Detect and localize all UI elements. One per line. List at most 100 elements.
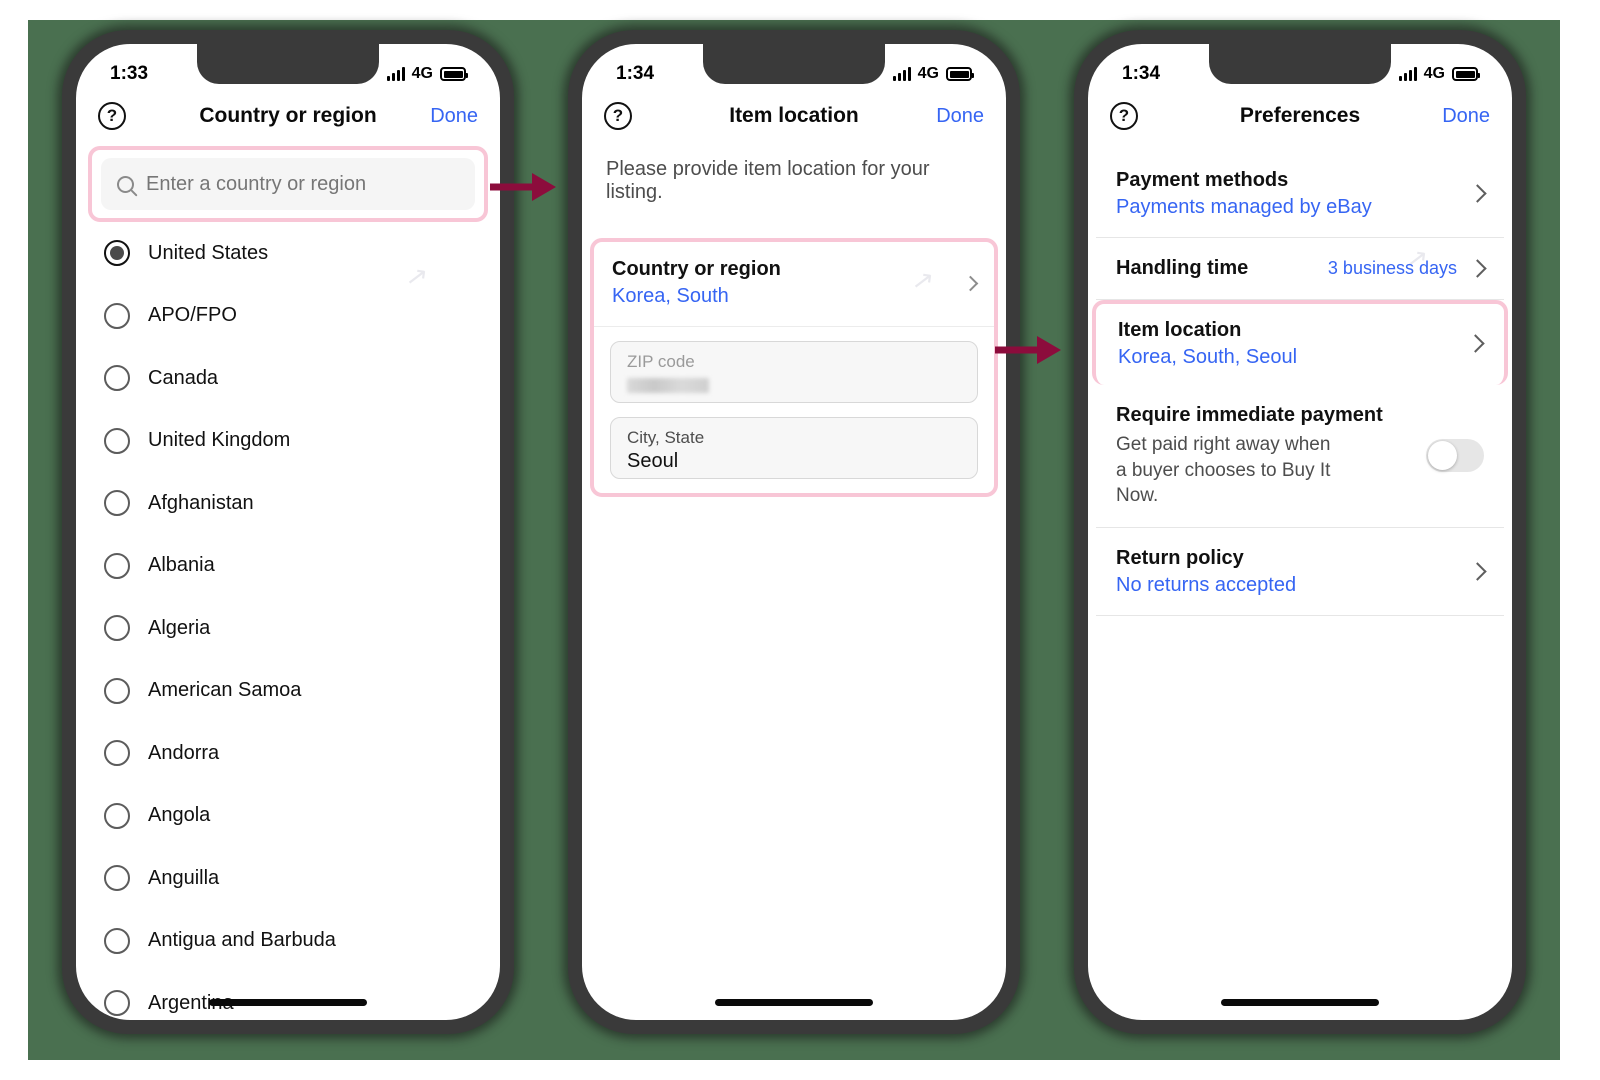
help-icon[interactable]: ? (1110, 102, 1138, 130)
phone-mockup-preferences: 1:34 4G ? Preferences Done ↗ Payment met… (1074, 30, 1526, 1034)
search-placeholder: Enter a country or region (146, 172, 367, 195)
country-or-region-label: Country or region (612, 258, 781, 280)
city-state-value: Seoul (627, 450, 679, 472)
pref-row-payment-methods[interactable]: Payment methods Payments managed by eBay (1096, 150, 1504, 238)
done-button[interactable]: Done (430, 105, 478, 128)
home-indicator (715, 999, 873, 1006)
battery-icon (946, 67, 974, 81)
radio-icon[interactable] (104, 302, 130, 329)
list-item[interactable]: United Kingdom (76, 410, 500, 473)
signal-bars-icon (1398, 67, 1417, 81)
toggle-knob (1428, 441, 1457, 471)
watermark-mark: ↗ (910, 264, 936, 297)
home-indicator (1221, 999, 1379, 1006)
pref-row-item-location[interactable]: Item location Korea, South, Seoul (1092, 300, 1508, 385)
city-state-input[interactable]: City, State Seoul (610, 417, 978, 479)
list-item[interactable]: United States (76, 222, 500, 285)
country-label: American Samoa (148, 679, 302, 702)
chevron-right-icon (1468, 259, 1487, 278)
pref-title: Return policy (1116, 546, 1244, 569)
country-label: Afghanistan (148, 491, 254, 514)
nav-bar: ? Preferences Done (1088, 96, 1512, 144)
device-notch (1209, 44, 1391, 84)
signal-bars-icon (386, 67, 405, 81)
network-label: 4G (917, 65, 939, 82)
list-item[interactable]: Argentina (76, 972, 500, 1020)
list-item[interactable]: APO/FPO (76, 285, 500, 348)
radio-icon[interactable] (104, 865, 130, 892)
list-item[interactable]: Algeria (76, 597, 500, 660)
phone-mockup-country-or-region: 1:33 4G ? Country or region Done Enter a… (62, 30, 514, 1034)
list-item[interactable]: Andorra (76, 722, 500, 785)
help-icon[interactable]: ? (604, 102, 632, 130)
radio-icon[interactable] (104, 677, 130, 704)
country-label: Canada (148, 366, 219, 389)
country-label: Anguilla (148, 866, 220, 889)
intro-text: Please provide item location for your li… (606, 158, 930, 203)
device-notch (703, 44, 885, 84)
list-item[interactable]: Angola (76, 785, 500, 848)
radio-icon[interactable] (104, 990, 130, 1017)
pref-description: Get paid right away when a buyer chooses… (1116, 434, 1331, 507)
flow-arrow-1 (490, 173, 556, 201)
pref-title: Payment methods (1116, 169, 1289, 191)
pref-row-require-immediate-payment[interactable]: Require immediate payment Get paid right… (1096, 385, 1504, 528)
radio-icon[interactable] (104, 490, 130, 517)
radio-icon[interactable] (104, 740, 130, 767)
radio-icon[interactable] (104, 240, 130, 267)
country-label: Algeria (148, 616, 211, 639)
pref-sub-link: No returns accepted (1116, 573, 1297, 596)
country-label: United Kingdom (148, 429, 291, 452)
country-label: Antigua and Barbuda (148, 929, 336, 952)
battery-icon (440, 67, 468, 81)
chevron-right-icon (1468, 562, 1487, 581)
list-item[interactable]: Anguilla (76, 847, 500, 910)
radio-icon[interactable] (104, 365, 130, 392)
list-item[interactable]: American Samoa (76, 660, 500, 723)
flow-arrow-2 (995, 336, 1061, 364)
screen-item-location: 1:34 4G ? Item location Done Please prov… (582, 44, 1006, 1020)
signal-bars-icon (892, 67, 911, 81)
require-immediate-payment-toggle[interactable] (1426, 439, 1484, 473)
city-state-label: City, State (627, 428, 705, 447)
search-highlight-box: Enter a country or region (88, 146, 488, 222)
country-label: Albania (148, 554, 215, 577)
radio-icon[interactable] (104, 927, 130, 954)
help-icon[interactable]: ? (98, 102, 126, 130)
done-button[interactable]: Done (936, 105, 984, 128)
nav-bar: ? Country or region Done (76, 96, 500, 144)
country-or-region-row[interactable]: Country or region Korea, South (594, 242, 994, 327)
watermark-mark: ↗ (404, 260, 430, 293)
status-time: 1:33 (110, 63, 149, 84)
radio-icon[interactable] (104, 615, 130, 642)
nav-bar: ? Item location Done (582, 96, 1006, 144)
home-indicator (209, 999, 367, 1006)
network-label: 4G (411, 65, 433, 82)
phone-mockup-item-location: 1:34 4G ? Item location Done Please prov… (568, 30, 1020, 1034)
list-item[interactable]: Canada (76, 347, 500, 410)
chevron-right-icon (962, 275, 979, 291)
country-list: United States APO/FPO Canada United King… (76, 222, 500, 1020)
status-time: 1:34 (1122, 63, 1161, 84)
pref-row-handling-time[interactable]: Handling time 3 business days (1096, 238, 1504, 300)
list-item[interactable]: Albania (76, 535, 500, 598)
search-input[interactable]: Enter a country or region (101, 158, 475, 210)
radio-icon[interactable] (104, 427, 130, 454)
item-location-highlight-box: Country or region Korea, South ZIP code … (590, 238, 998, 497)
pref-row-return-policy[interactable]: Return policy No returns accepted (1096, 528, 1504, 616)
done-button[interactable]: Done (1442, 105, 1490, 128)
pref-title: Item location (1118, 319, 1242, 341)
status-time: 1:34 (616, 63, 655, 84)
screen-preferences: 1:34 4G ? Preferences Done ↗ Payment met… (1088, 44, 1512, 1020)
network-label: 4G (1423, 65, 1445, 82)
pref-sub-link: Korea, South, Seoul (1118, 346, 1298, 368)
radio-icon[interactable] (104, 552, 130, 579)
list-item[interactable]: Afghanistan (76, 472, 500, 535)
country-or-region-value: Korea, South (612, 285, 729, 307)
radio-icon[interactable] (104, 802, 130, 829)
list-item[interactable]: Antigua and Barbuda (76, 910, 500, 973)
pref-sub-link: Payments managed by eBay (1116, 196, 1372, 218)
zip-code-input[interactable]: ZIP code (610, 341, 978, 403)
zip-code-redacted-value (627, 378, 709, 393)
search-icon (117, 175, 134, 193)
